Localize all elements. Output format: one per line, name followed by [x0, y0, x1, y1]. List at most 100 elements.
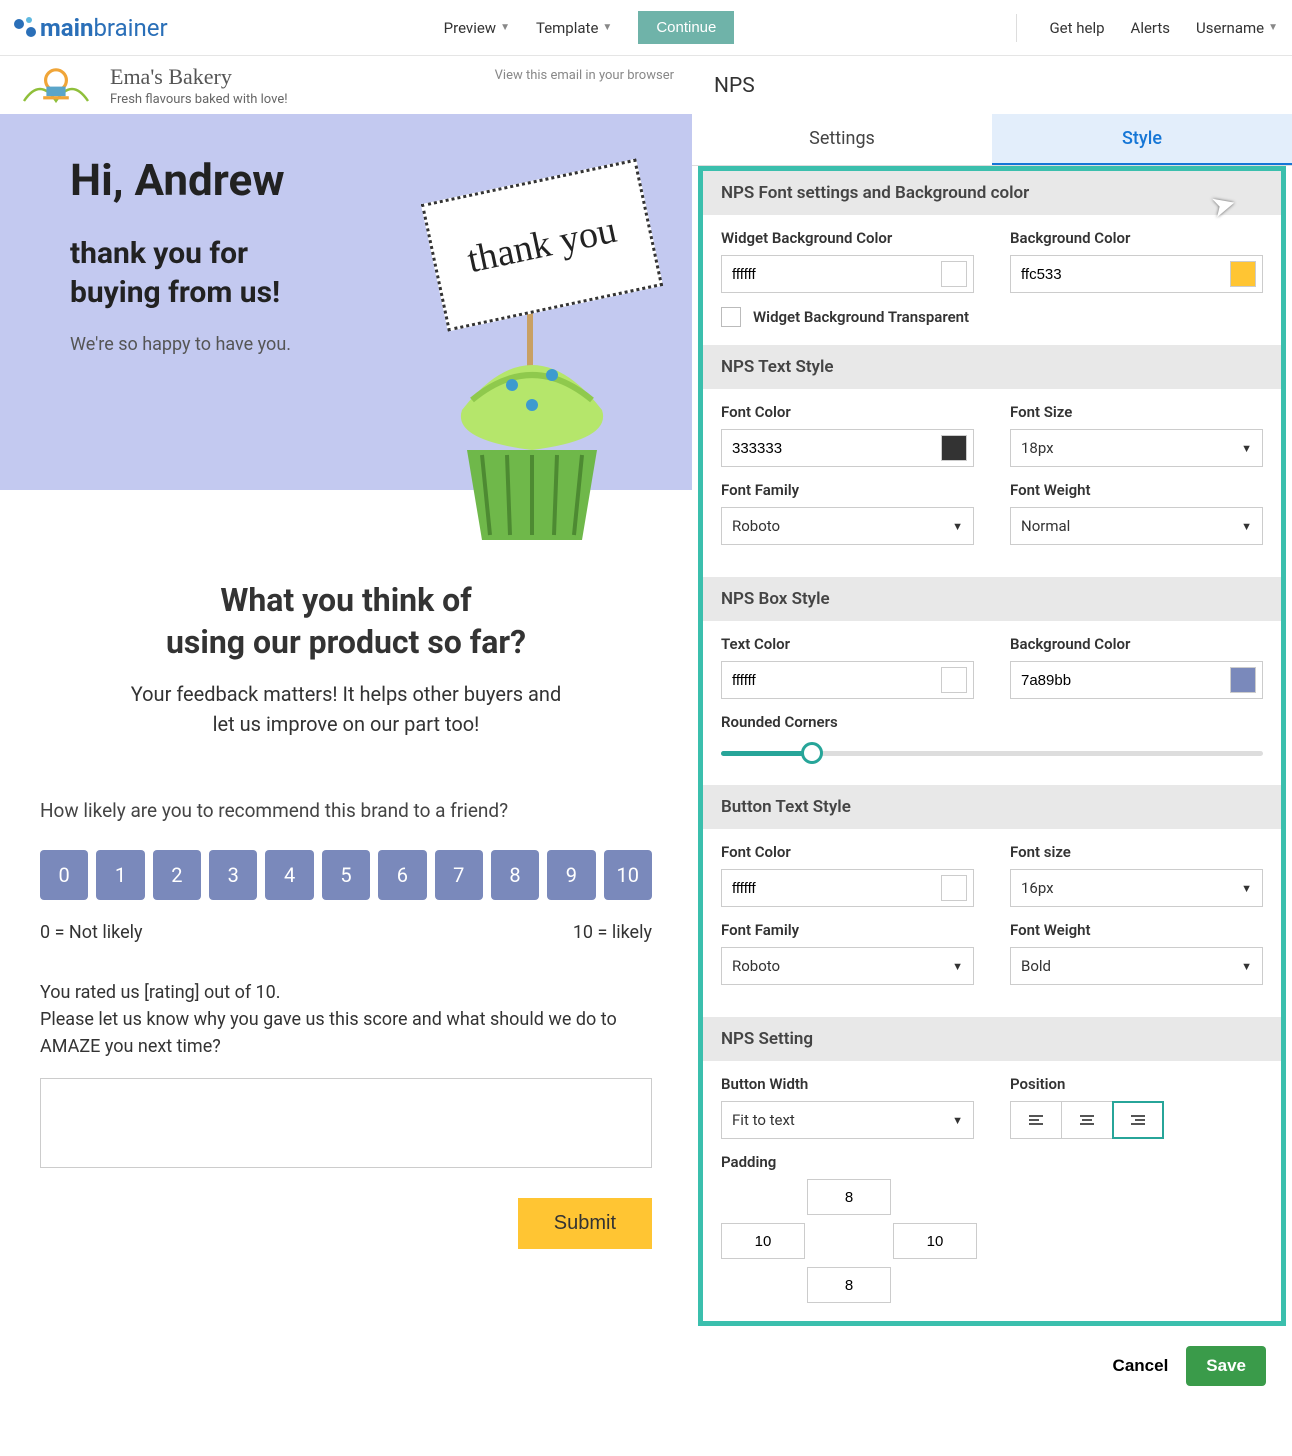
template-dropdown[interactable]: Template▼ — [536, 19, 612, 37]
panel-title: NPS — [692, 56, 1292, 104]
cancel-button[interactable]: Cancel — [1113, 1356, 1169, 1376]
section-header-nps-setting: NPS Setting — [703, 1017, 1281, 1061]
align-left-button[interactable] — [1010, 1101, 1062, 1139]
rounded-corners-slider[interactable] — [721, 739, 1263, 767]
font-family-select[interactable]: Roboto▼ — [721, 507, 974, 545]
align-right-button[interactable] — [1112, 1101, 1164, 1139]
box-text-color-swatch[interactable] — [941, 667, 967, 693]
nps-score-3[interactable]: 3 — [209, 850, 257, 900]
tab-style[interactable]: Style — [992, 114, 1292, 165]
rounded-corners-label: Rounded Corners — [721, 713, 1263, 731]
align-center-button[interactable] — [1061, 1101, 1113, 1139]
padding-top-input[interactable] — [807, 1179, 891, 1215]
box-bg-label: Background Color — [1010, 635, 1263, 653]
padding-bottom-input[interactable] — [807, 1267, 891, 1303]
btn-font-color-swatch[interactable] — [941, 875, 967, 901]
view-in-browser-link[interactable]: View this email in your browser — [495, 68, 674, 83]
padding-label: Padding — [721, 1153, 1263, 1171]
nps-scale: 012345678910 — [40, 850, 652, 900]
feedback-textarea[interactable] — [40, 1078, 652, 1168]
font-weight-select[interactable]: Normal▼ — [1010, 507, 1263, 545]
box-bg-input[interactable] — [1010, 661, 1263, 699]
btn-font-weight-label: Font Weight — [1010, 921, 1263, 939]
widget-bg-input[interactable] — [721, 255, 974, 293]
nps-score-6[interactable]: 6 — [378, 850, 426, 900]
font-color-input[interactable] — [721, 429, 974, 467]
section-header-box-style: NPS Box Style — [703, 577, 1281, 621]
btn-font-color-label: Font Color — [721, 843, 974, 861]
chevron-down-icon: ▼ — [1241, 520, 1252, 533]
bg-color-label: Background Color — [1010, 229, 1263, 247]
hero-section: Hi, Andrew thank you for buying from us!… — [0, 114, 692, 490]
rated-line-1: You rated us [rating] out of 10. — [40, 979, 652, 1006]
logo[interactable]: mainbrainer — [14, 14, 168, 42]
font-size-select[interactable]: 18px▼ — [1010, 429, 1263, 467]
alerts-link[interactable]: Alerts — [1131, 19, 1171, 37]
survey-sub-1: Your feedback matters! It helps other bu… — [131, 682, 561, 706]
box-text-color-input[interactable] — [721, 661, 974, 699]
username-dropdown[interactable]: Username▼ — [1196, 19, 1278, 37]
widget-bg-text[interactable] — [722, 256, 941, 292]
box-bg-swatch[interactable] — [1230, 667, 1256, 693]
font-color-swatch[interactable] — [941, 435, 967, 461]
email-preview: Ema's Bakery Fresh flavours baked with l… — [0, 56, 692, 1406]
nps-score-7[interactable]: 7 — [435, 850, 483, 900]
chevron-down-icon: ▼ — [500, 22, 510, 33]
get-help-link[interactable]: Get help — [1049, 19, 1104, 37]
tab-settings[interactable]: Settings — [692, 114, 992, 165]
widget-bg-swatch[interactable] — [941, 261, 967, 287]
chevron-down-icon: ▼ — [952, 1114, 963, 1127]
nps-score-4[interactable]: 4 — [265, 850, 313, 900]
chevron-down-icon: ▼ — [602, 22, 612, 33]
bg-color-text[interactable] — [1011, 256, 1230, 292]
btn-font-family-label: Font Family — [721, 921, 974, 939]
logo-text-main: main — [40, 14, 93, 42]
btn-font-size-select[interactable]: 16px▼ — [1010, 869, 1263, 907]
section-header-font-bg: NPS Font settings and Background color — [703, 171, 1281, 215]
chevron-down-icon: ▼ — [1241, 882, 1252, 895]
cupcake-image: thank you — [382, 210, 682, 570]
nps-score-1[interactable]: 1 — [96, 850, 144, 900]
box-bg-text[interactable] — [1011, 662, 1230, 698]
box-text-color-text[interactable] — [722, 662, 941, 698]
nps-score-8[interactable]: 8 — [491, 850, 539, 900]
padding-right-input[interactable] — [893, 1223, 977, 1259]
nps-label-low: 0 = Not likely — [40, 922, 143, 943]
btn-font-color-input[interactable] — [721, 869, 974, 907]
bg-color-input[interactable] — [1010, 255, 1263, 293]
position-label: Position — [1010, 1075, 1263, 1093]
preview-dropdown[interactable]: Preview▼ — [444, 19, 510, 37]
transparent-checkbox[interactable] — [721, 307, 741, 327]
bg-color-swatch[interactable] — [1230, 261, 1256, 287]
button-width-select[interactable]: Fit to text▼ — [721, 1101, 974, 1139]
save-button[interactable]: Save — [1186, 1346, 1266, 1386]
nps-score-2[interactable]: 2 — [153, 850, 201, 900]
section-header-text-style: NPS Text Style — [703, 345, 1281, 389]
nps-score-0[interactable]: 0 — [40, 850, 88, 900]
nps-label-high: 10 = likely — [573, 922, 652, 943]
survey-heading-2: using our product so far? — [40, 622, 652, 664]
btn-font-color-text[interactable] — [722, 870, 941, 906]
continue-button[interactable]: Continue — [638, 11, 734, 44]
btn-font-family-select[interactable]: Roboto▼ — [721, 947, 974, 985]
widget-bg-label: Widget Background Color — [721, 229, 974, 247]
box-text-color-label: Text Color — [721, 635, 974, 653]
font-color-label: Font Color — [721, 403, 974, 421]
bakery-logo-icon — [16, 61, 96, 109]
font-weight-label: Font Weight — [1010, 481, 1263, 499]
nps-score-10[interactable]: 10 — [604, 850, 652, 900]
chevron-down-icon: ▼ — [952, 960, 963, 973]
rated-line-2: Please let us know why you gave us this … — [40, 1006, 652, 1060]
divider — [1016, 14, 1017, 42]
nps-score-5[interactable]: 5 — [322, 850, 370, 900]
font-family-label: Font Family — [721, 481, 974, 499]
section-header-button-text: Button Text Style — [703, 785, 1281, 829]
btn-font-weight-select[interactable]: Bold▼ — [1010, 947, 1263, 985]
style-panel: NPS Settings Style ➤ NPS Font settings a… — [692, 56, 1292, 1406]
chevron-down-icon: ▼ — [952, 520, 963, 533]
nps-score-9[interactable]: 9 — [547, 850, 595, 900]
font-color-text[interactable] — [722, 430, 941, 466]
chevron-down-icon: ▼ — [1241, 960, 1252, 973]
submit-button[interactable]: Submit — [518, 1198, 652, 1249]
padding-left-input[interactable] — [721, 1223, 805, 1259]
